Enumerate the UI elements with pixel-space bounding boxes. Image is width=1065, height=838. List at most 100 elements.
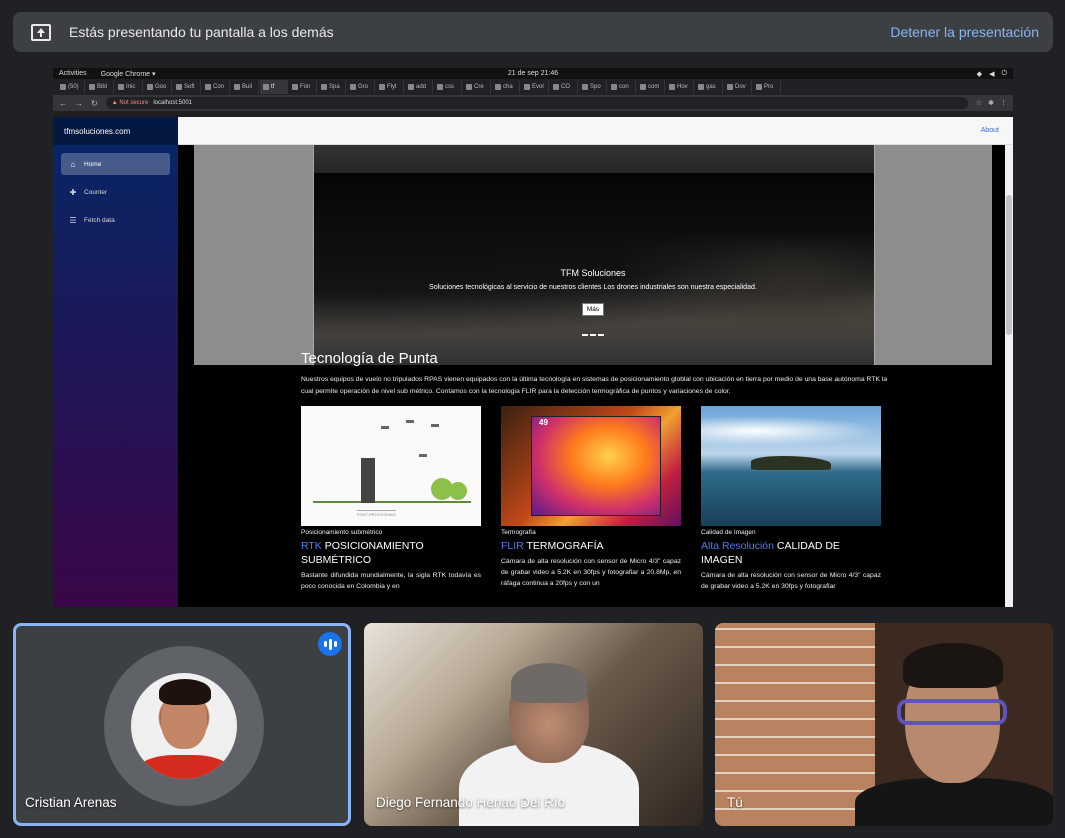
card-category: Termografía [501,529,536,536]
card-title-highlight: Alta Resolución [701,540,774,552]
card-text: Cámara de alta resolución con sensor de … [701,572,881,590]
browser-tab[interactable]: Pro [753,80,781,94]
reload-icon[interactable]: ↻ [91,99,98,108]
site-brand[interactable]: tfmsoluciones.com [53,117,178,145]
browser-tab[interactable]: (50) [57,80,85,94]
tab-label: Pro [764,84,774,90]
browser-tab[interactable]: Bibl [86,80,114,94]
browser-tab[interactable]: Fon [289,80,317,94]
address-bar[interactable]: ▲ Not secure localhost:5001 [105,97,968,109]
bookmark-star-icon[interactable]: ☆ [976,99,982,107]
nav-item-fetch-data[interactable]: ☰ Fetch data [61,209,170,231]
cards-row: POST-PROCESSING Posicionamiento submétri… [301,406,891,592]
rtk-image: POST-PROCESSING [301,406,481,526]
scrollbar-thumb[interactable] [1006,195,1012,335]
forward-icon[interactable]: → [75,99,83,108]
browser-tab[interactable]: con [608,80,636,94]
stop-presenting-button[interactable]: Detener la presentación [890,24,1039,40]
tab-favicon-icon [205,84,211,90]
tab-label: Goo [155,84,167,90]
hero-title: TFM Soluciones [560,268,626,278]
carousel-next[interactable] [874,145,992,365]
tab-label: Spo [590,84,601,90]
nav-item-counter[interactable]: ✚ Counter [61,181,170,203]
tab-label: com [648,84,660,90]
nav-item-home[interactable]: ⌂ Home [61,153,170,175]
browser-tab[interactable]: Spo [579,80,607,94]
browser-tab[interactable]: tf [260,80,288,94]
tab-label: (50) [68,84,79,90]
browser-tab[interactable]: Goo [144,80,172,94]
browser-tab[interactable]: Evol [521,80,549,94]
tab-label: Flyt [387,84,397,90]
browser-toolbar: ← → ↻ ▲ Not secure localhost:5001 ☆ ✱ ⋮ [53,95,1013,111]
app-menu[interactable]: Google Chrome ▾ [101,70,156,78]
power-icon[interactable]: ⏻ [1001,70,1007,78]
url-text[interactable]: localhost:5001 [153,100,192,106]
drone-icon [381,426,389,429]
tab-label: Buil [242,84,253,90]
browser-tab[interactable]: Dov [724,80,752,94]
tech-section: Tecnología de Punta Nuestros equipos de … [301,350,891,592]
tab-favicon-icon [466,84,472,90]
video-person-hair [903,643,1003,688]
web-page: tfmsoluciones.com ⌂ Home ✚ Counter ☰ Fet… [53,117,1013,607]
flir-image-label: 49 [539,418,548,427]
tab-favicon-icon [292,84,298,90]
carousel-prev[interactable] [194,145,314,365]
avatar-hair [159,679,211,705]
tab-label: css [445,84,454,90]
about-link[interactable]: About [981,127,999,134]
browser-tab[interactable]: cha [492,80,520,94]
not-secure-warning[interactable]: ▲ Not secure [112,100,149,106]
carousel-indicators[interactable] [582,334,604,336]
tab-favicon-icon [582,84,588,90]
card-rtk: POST-PROCESSING Posicionamiento submétri… [301,406,481,592]
present-screen-icon [31,23,51,41]
browser-tab[interactable]: Con [202,80,230,94]
hero-subtitle: Soluciones tecnológicas al servicio de n… [429,284,757,291]
tab-favicon-icon [379,84,385,90]
browser-tab[interactable]: Soft [173,80,201,94]
tab-favicon-icon [234,84,240,90]
presenting-message: Estás presentando tu pantalla a los demá… [69,24,334,40]
participant-tile-self[interactable]: Tú [715,623,1053,826]
browser-menu-icon[interactable]: ⋮ [1000,99,1007,107]
extensions-icon[interactable]: ✱ [988,99,994,107]
tab-label: Cre [474,84,484,90]
participant-tile-cristian[interactable]: Cristian Arenas [13,623,351,826]
participant-tile-diego[interactable]: Diego Fernando Henao Del Río [364,623,703,826]
rtk-image-building [361,458,375,503]
video-person-glasses [897,699,1007,725]
browser-tab[interactable]: Gro [347,80,375,94]
card-title: FLIR TERMOGRAFÍA [501,539,681,553]
browser-tab[interactable]: Cre [463,80,491,94]
browser-tab[interactable]: Hov [666,80,694,94]
browser-tab-strip: (50) Bibl Inic Goo Soft Con Buil tf Fon Spa Gro Fly… [53,79,1013,95]
browser-tab[interactable]: css [434,80,462,94]
browser-tab[interactable]: Inic [115,80,143,94]
browser-tab[interactable]: add [405,80,433,94]
tab-favicon-icon [147,84,153,90]
tab-favicon-icon [89,84,95,90]
aerial-image-clouds [701,416,881,446]
browser-tab[interactable]: Buil [231,80,259,94]
hero-more-button[interactable]: Más [582,303,604,316]
nav-item-label: Home [84,160,102,168]
activities-button[interactable]: Activities [59,70,87,78]
browser-tab[interactable]: gas [695,80,723,94]
tab-favicon-icon [495,84,501,90]
video-person-hair [511,663,587,703]
browser-tab[interactable]: com [637,80,665,94]
browser-tab[interactable]: Flyt [376,80,404,94]
browser-tab[interactable]: CO [550,80,578,94]
rtk-image-ground [313,501,471,503]
desktop-clock[interactable]: 21 de sep 21:46 [508,70,558,77]
video-person-body [855,778,1053,826]
browser-tab[interactable]: Spa [318,80,346,94]
volume-icon[interactable]: ◀ [989,70,994,78]
network-icon[interactable]: ◆ [977,70,982,78]
tab-favicon-icon [321,84,327,90]
page-scrollbar[interactable] [1005,145,1013,607]
back-icon[interactable]: ← [59,99,67,108]
